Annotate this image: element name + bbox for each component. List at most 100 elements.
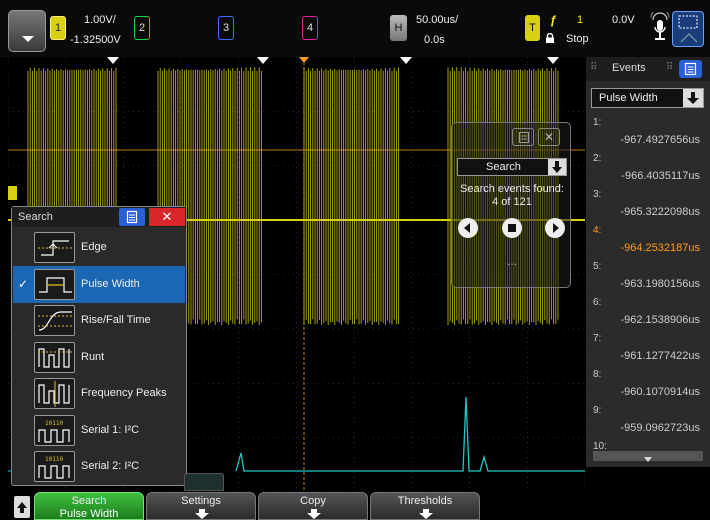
search-details-button[interactable] <box>512 128 534 146</box>
channel-1-scale[interactable]: 1.00V/ <box>84 14 116 26</box>
time-delay[interactable]: 0.0s <box>424 34 445 46</box>
events-panel: ⠿ Events ⠿ Pulse Width 1: -967.4927656us 2… <box>586 57 710 467</box>
close-icon[interactable]: ✕ <box>538 128 560 146</box>
event-index: 4: <box>593 225 602 236</box>
drag-handle-icon[interactable]: ⠿ <box>590 62 597 73</box>
events-list[interactable]: 1: -967.4927656us 2: -966.4035117us 3: -965.3… <box>590 117 706 477</box>
events-panel-header[interactable]: ⠿ Events ⠿ <box>586 57 710 81</box>
event-list-item[interactable]: 1: -967.4927656us <box>590 117 706 153</box>
event-time: -967.4927656us <box>620 134 700 146</box>
search-softkey[interactable]: Search Pulse Width <box>34 492 144 520</box>
event-index: 1: <box>593 117 602 128</box>
previous-event-button[interactable] <box>458 218 478 238</box>
search-type-pulse-width[interactable]: ✓ Pulse Width <box>13 265 185 303</box>
acquisition-status: Stop <box>566 33 589 45</box>
event-index: 9: <box>593 405 602 416</box>
event-time: -959.0962723us <box>620 422 700 434</box>
search-type-edge[interactable]: Edge <box>13 229 185 266</box>
time-scale[interactable]: 50.00us/ <box>416 14 458 26</box>
event-index: 3: <box>593 189 602 200</box>
search-type-serial-1[interactable]: 10110 Serial 1: I²C <box>13 412 185 449</box>
channel-3-button[interactable]: 3 <box>218 16 234 40</box>
back-arrow-icon <box>17 502 27 513</box>
stop-icon <box>508 224 516 232</box>
horizontal-button[interactable]: H <box>390 15 407 41</box>
search-navigation-overlay: ✕ Search Search events found: 4 of 121 .… <box>451 122 571 288</box>
search-menu-title: Search <box>18 211 53 223</box>
event-list-item[interactable]: 3: -965.3222098us <box>590 189 706 225</box>
search-type-label: Runt <box>81 350 105 363</box>
channel-1-button[interactable]: 1 <box>50 16 66 40</box>
search-type-runt[interactable]: Runt <box>13 339 185 376</box>
events-scroll-down[interactable] <box>593 451 703 462</box>
search-type-label: Rise/Fall Time <box>81 314 151 326</box>
pulse-width-icon <box>34 268 75 300</box>
document-icon <box>519 132 529 143</box>
channel-4-button[interactable]: 4 <box>302 16 318 40</box>
next-icon <box>553 223 559 233</box>
event-time: -960.1070914us <box>620 386 700 398</box>
event-index: 8: <box>593 369 602 380</box>
frequency-peaks-icon <box>34 378 75 409</box>
event-index: 2: <box>593 153 602 164</box>
rising-edge-icon: ƒ <box>550 13 557 27</box>
drag-handle-icon[interactable]: ⠿ <box>666 62 673 73</box>
event-time: -965.3222098us <box>620 206 700 218</box>
more-options[interactable]: ... <box>452 254 572 268</box>
close-icon[interactable]: ✕ <box>149 208 185 226</box>
trigger-level[interactable]: 0.0V <box>612 14 635 26</box>
top-status-bar: 1 1.00V/ -1.32500V 2 3 4 H 50.00us/ 0.0s… <box>0 0 710 57</box>
main-menu-button[interactable] <box>8 10 46 52</box>
search-type-label: Serial 1: I²C <box>81 423 140 436</box>
back-button[interactable] <box>14 496 30 518</box>
event-list-item[interactable]: 2: -966.4035117us <box>590 153 706 189</box>
arrow-down-icon <box>195 509 209 519</box>
touch-icon <box>678 15 698 43</box>
document-icon <box>684 62 697 76</box>
search-found-count: 4 of 121 <box>492 196 532 208</box>
channel-2-button[interactable]: 2 <box>134 16 150 40</box>
events-details-button[interactable] <box>679 60 702 78</box>
check-icon: ✓ <box>18 276 29 291</box>
event-list-item[interactable]: 7: -961.1277422us <box>590 333 706 369</box>
runt-icon <box>34 341 75 373</box>
microphone-icon[interactable] <box>650 12 670 44</box>
event-index: 7: <box>593 333 602 344</box>
search-type-label: Pulse Width <box>81 277 140 290</box>
event-index: 5: <box>593 261 602 272</box>
event-list-item[interactable]: 4: -964.2532187us <box>590 225 706 261</box>
search-type-serial-2[interactable]: 10110 Serial 2: I²C <box>13 448 185 485</box>
stop-navigation-button[interactable] <box>502 218 522 238</box>
thresholds-softkey[interactable]: Thresholds <box>370 492 480 520</box>
serial-1-icon: 10110 <box>34 414 75 446</box>
event-time: -966.4035117us <box>621 170 700 182</box>
search-menu-details-button[interactable] <box>119 208 145 226</box>
copy-softkey-label: Copy <box>300 495 326 507</box>
trigger-button[interactable]: T <box>525 15 540 41</box>
events-type-select[interactable]: Pulse Width <box>591 88 704 108</box>
events-type-value: Pulse Width <box>599 92 658 104</box>
event-list-item[interactable]: 5: -963.1980156us <box>590 261 706 297</box>
search-menu-header: Search ✕ <box>12 207 186 227</box>
settings-softkey[interactable]: Settings <box>146 492 256 520</box>
search-softkey-label: Search <box>71 495 107 507</box>
chevron-down-icon <box>683 89 703 107</box>
chevron-down-icon <box>548 159 566 175</box>
search-type-frequency-peaks[interactable]: Frequency Peaks <box>13 375 185 412</box>
event-list-item[interactable]: 6: -962.1538906us <box>590 297 706 333</box>
arrow-down-icon <box>307 509 321 519</box>
search-type-label: Edge <box>81 241 107 253</box>
next-event-button[interactable] <box>545 218 565 238</box>
channel-1-offset[interactable]: -1.32500V <box>70 34 121 46</box>
event-list-item[interactable]: 9: -959.0962723us <box>590 405 706 441</box>
search-select[interactable]: Search <box>457 158 567 176</box>
search-type-rise-fall[interactable]: Rise/Fall Time <box>13 302 185 339</box>
previous-icon <box>464 223 470 233</box>
copy-softkey[interactable]: Copy <box>258 492 368 520</box>
event-time: -962.1538906us <box>620 314 700 326</box>
event-list-item[interactable]: 8: -960.1070914us <box>590 369 706 405</box>
event-time: -961.1277422us <box>620 350 700 362</box>
softkey-tab[interactable] <box>184 473 224 491</box>
trigger-source: 1 <box>577 14 584 26</box>
touch-toggle-button[interactable] <box>672 11 704 47</box>
